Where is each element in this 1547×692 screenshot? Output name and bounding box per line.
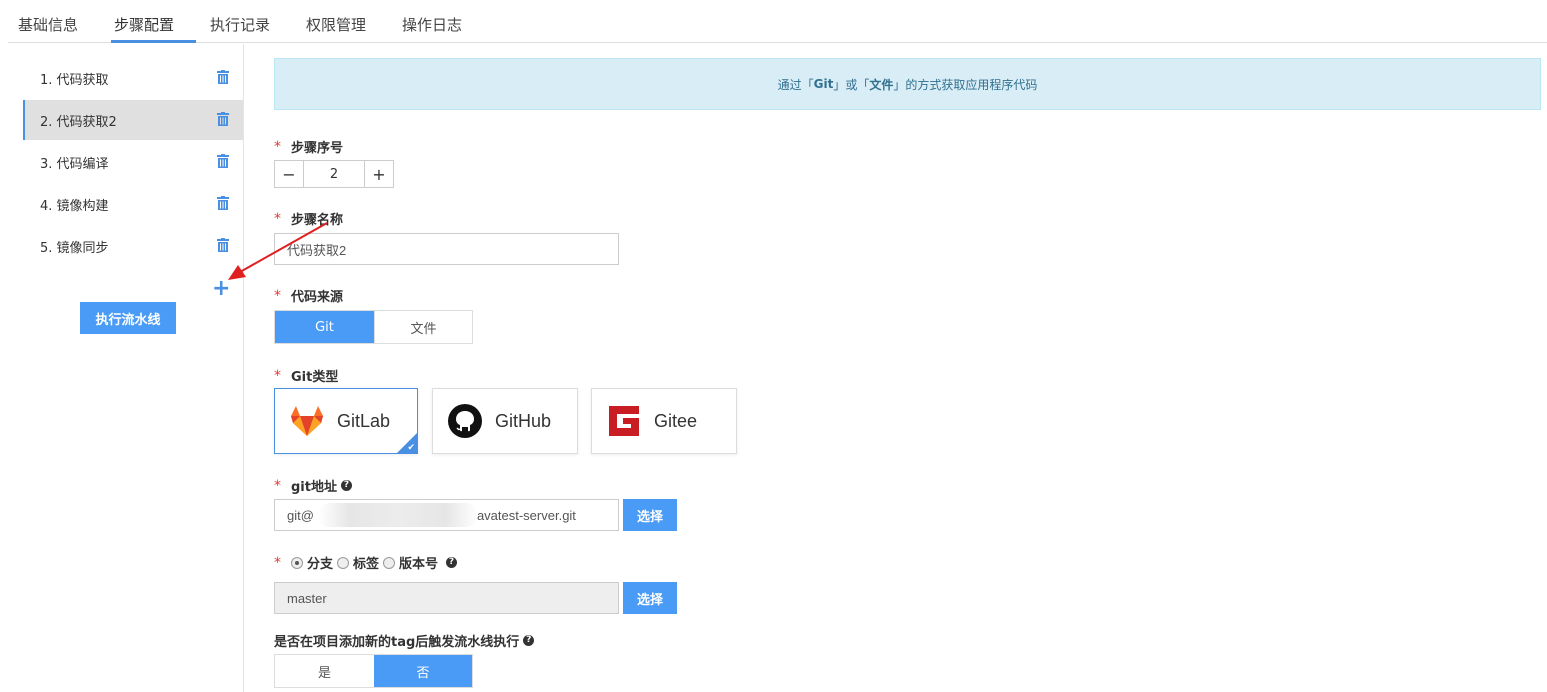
required-mark: *: [274, 554, 281, 571]
git-type-gitee[interactable]: Gitee: [591, 388, 737, 454]
radio-label: 分支: [307, 557, 334, 572]
step-item-label: 3. 代码编译: [40, 156, 109, 172]
required-mark: *: [274, 210, 281, 227]
required-mark: *: [274, 287, 281, 304]
run-pipeline-button[interactable]: 执行流水线: [80, 302, 176, 334]
git-option-name: GitHub: [495, 410, 552, 431]
increment-button[interactable]: +: [365, 161, 393, 187]
label-text: 代码来源: [291, 290, 344, 305]
banner-prefix: 通过「: [777, 77, 814, 92]
radio-label: 标签: [353, 557, 380, 572]
source-option-file[interactable]: 文件: [374, 311, 472, 343]
step-item-label: 1. 代码获取: [40, 72, 109, 88]
source-option-git[interactable]: Git: [275, 311, 374, 343]
step-name-label: * 步骤名称: [274, 209, 344, 229]
redaction-blur: [318, 503, 478, 527]
radio-tag[interactable]: 标签: [337, 553, 379, 572]
git-url-select-button[interactable]: 选择: [623, 499, 677, 531]
step-item-label: 2. 代码获取2: [40, 114, 117, 130]
label-text: git地址: [291, 480, 337, 495]
banner-file: 文件: [869, 77, 894, 92]
radio-version[interactable]: 版本号: [383, 553, 438, 572]
label-text: 步骤名称: [291, 213, 344, 228]
git-option-name: Gitee: [654, 410, 698, 431]
step-item-3[interactable]: 3. 代码编译: [23, 142, 243, 182]
trash-icon[interactable]: [217, 154, 229, 168]
git-url-label: * git地址?: [274, 476, 352, 495]
step-item-label: 4. 镜像构建: [40, 198, 109, 214]
radio-label: 版本号: [399, 557, 439, 572]
code-source-toggle: Git 文件: [274, 310, 473, 344]
step-name-input[interactable]: 代码获取2: [274, 233, 619, 265]
tab-step-config[interactable]: 步骤配置: [114, 15, 174, 35]
tab-operation-log[interactable]: 操作日志: [402, 15, 462, 35]
radio-branch[interactable]: 分支: [291, 553, 333, 572]
radio-circle: [337, 556, 350, 569]
git-type-label: * Git类型: [274, 366, 339, 386]
gitlab-logo-icon: [291, 406, 323, 436]
step-number-value[interactable]: 2: [303, 161, 365, 187]
required-mark: *: [274, 367, 281, 384]
git-option-name: GitLab: [337, 410, 391, 431]
step-item-2[interactable]: 2. 代码获取2: [23, 100, 243, 140]
banner-git: Git: [813, 77, 834, 91]
tag-trigger-yes[interactable]: 是: [275, 655, 374, 687]
label-text: 是否在项目添加新的tag后触发流水线执行: [274, 635, 520, 650]
ref-value-input[interactable]: master: [274, 582, 619, 614]
tag-trigger-toggle: 是 否: [274, 654, 473, 688]
radio-circle: [383, 556, 396, 569]
step-number-label: * 步骤序号: [274, 137, 344, 157]
trash-icon[interactable]: [217, 238, 229, 252]
git-url-prefix: git@: [287, 507, 314, 523]
step-item-label: 5. 镜像同步: [40, 240, 109, 256]
git-type-gitlab[interactable]: GitLab ✔: [274, 388, 418, 454]
step-number-stepper: − 2 +: [274, 160, 394, 188]
tag-trigger-no[interactable]: 否: [374, 655, 472, 687]
git-url-suffix: avatest-server.git: [476, 507, 576, 523]
gitee-logo-icon: [609, 406, 639, 436]
help-icon[interactable]: ?: [340, 480, 352, 491]
decrement-button[interactable]: −: [275, 161, 303, 187]
trash-icon[interactable]: [217, 112, 229, 126]
top-tabs: 基础信息 步骤配置 执行记录 权限管理 操作日志: [8, 0, 1547, 43]
git-type-github[interactable]: GitHub: [432, 388, 578, 454]
code-source-label: * 代码来源: [274, 286, 344, 306]
step-item-5[interactable]: 5. 镜像同步: [23, 226, 243, 266]
banner-suffix: 」的方式获取应用程序代码: [893, 77, 1038, 92]
step-item-1[interactable]: 1. 代码获取: [23, 58, 243, 98]
help-icon[interactable]: ?: [446, 557, 458, 568]
github-logo-icon: [448, 404, 482, 438]
step-item-4[interactable]: 4. 镜像构建: [23, 184, 243, 224]
add-step-button[interactable]: +: [212, 278, 230, 300]
trash-icon[interactable]: [217, 70, 229, 84]
ref-select-button[interactable]: 选择: [623, 582, 677, 614]
banner-middle: 」或「: [833, 77, 870, 92]
label-text: Git类型: [291, 370, 339, 385]
required-mark: *: [274, 477, 281, 494]
required-mark: *: [274, 138, 281, 155]
check-icon: ✔: [407, 442, 415, 452]
info-banner: 通过「 Git 」或「 文件 」的方式获取应用程序代码: [274, 58, 1541, 110]
trash-icon[interactable]: [217, 196, 229, 210]
tab-permission-management[interactable]: 权限管理: [306, 15, 366, 35]
step-sidebar: 1. 代码获取 2. 代码获取2 3. 代码编译 4. 镜像构建 5. 镜像同步…: [0, 44, 244, 692]
tab-execution-records[interactable]: 执行记录: [210, 15, 270, 35]
ref-type-radio-group: * 分支 标签 版本号 ?: [274, 553, 458, 572]
label-text: 步骤序号: [291, 141, 344, 156]
radio-circle: [291, 556, 303, 569]
tag-trigger-label: 是否在项目添加新的tag后触发流水线执行?: [274, 631, 535, 650]
help-icon[interactable]: ?: [523, 635, 535, 646]
active-tab-indicator: [111, 40, 196, 43]
tab-basic-info[interactable]: 基础信息: [18, 15, 78, 35]
